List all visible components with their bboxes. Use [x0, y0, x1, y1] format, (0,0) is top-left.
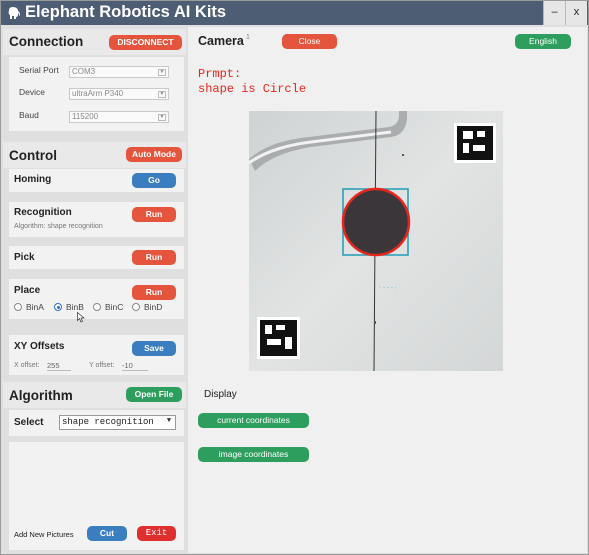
y-offset-input[interactable]: -10 — [122, 361, 148, 371]
control-title: Control — [9, 148, 57, 163]
exit-button[interactable]: Exit — [137, 526, 176, 541]
algorithm-title: Algorithm — [9, 388, 73, 403]
pictures-card: Add New Pictures Cut Exit — [9, 442, 184, 550]
homing-label: Homing — [14, 174, 52, 185]
bin-b-label: BinB — [66, 302, 84, 312]
x-offset-label: X offset: — [14, 362, 40, 369]
connection-header: Connection DISCONNECT — [3, 29, 186, 55]
minimize-button[interactable]: – — [543, 1, 565, 25]
select-label: Select — [14, 417, 44, 428]
mouse-cursor-icon — [77, 312, 85, 323]
camera-frame — [249, 111, 503, 371]
prompt-line-1: Prmpt: — [198, 67, 242, 81]
prompt-text: Prmpt: shape is Circle — [198, 67, 306, 96]
bin-b-radio[interactable] — [54, 303, 62, 311]
device-label: Device — [19, 87, 45, 97]
chevron-down-icon: ▼ — [158, 114, 166, 121]
title-bar: Elephant Robotics AI Kits – x — [1, 1, 588, 25]
baud-label: Baud — [19, 110, 39, 120]
camera-close-button[interactable]: Close — [282, 34, 337, 49]
algorithm-select-card: Select shape recognition ▼ — [9, 410, 184, 436]
connection-title: Connection — [9, 34, 84, 49]
cut-button[interactable]: Cut — [87, 526, 127, 541]
serial-port-label: Serial Port — [19, 65, 59, 75]
camera-panel: Camera 1 Close English Prmpt: shape is C… — [188, 27, 587, 553]
chevron-down-icon: ▼ — [166, 417, 172, 425]
language-button[interactable]: English — [515, 34, 571, 49]
serial-port-value: COM3 — [72, 67, 96, 76]
xy-offsets-card: XY Offsets Save X offset: 255 Y offset: … — [9, 335, 184, 375]
recognition-label: Recognition — [14, 207, 72, 218]
control-header: Control Auto Mode — [3, 142, 186, 168]
image-coordinates-button[interactable]: image coordinates — [198, 447, 309, 462]
add-new-pictures-label: Add New Pictures — [14, 530, 74, 539]
camera-feed — [249, 111, 503, 371]
camera-badge: 1 — [246, 34, 250, 41]
place-label: Place — [14, 285, 41, 296]
serial-port-select[interactable]: COM3 ▼ — [69, 66, 169, 78]
algorithm-select-value: shape recognition — [62, 417, 154, 427]
chevron-down-icon: ▼ — [158, 91, 166, 98]
left-panel: Connection DISCONNECT Serial Port COM3 ▼… — [3, 27, 186, 553]
recognition-run-button[interactable]: Run — [132, 207, 176, 222]
disconnect-button[interactable]: DISCONNECT — [109, 35, 182, 50]
app-window: Elephant Robotics AI Kits – x Connection… — [0, 0, 589, 555]
detected-circle — [341, 187, 411, 257]
bin-a-radio[interactable] — [14, 303, 22, 311]
chevron-down-icon: ▼ — [158, 69, 166, 76]
xy-offsets-title: XY Offsets — [14, 341, 65, 352]
algorithm-select[interactable]: shape recognition ▼ — [59, 415, 176, 430]
open-file-button[interactable]: Open File — [126, 387, 182, 402]
save-offsets-button[interactable]: Save — [132, 341, 176, 356]
device-value: ultraArm P340 — [72, 89, 124, 98]
algorithm-header: Algorithm Open File — [3, 382, 186, 408]
connection-card: Serial Port COM3 ▼ Device ultraArm P340 … — [9, 57, 184, 131]
display-title: Display — [204, 389, 237, 400]
bin-d-radio[interactable] — [132, 303, 140, 311]
place-card: Place Run BinA BinB BinC BinD — [9, 279, 184, 323]
camera-title: Camera — [198, 34, 244, 48]
bin-a-label: BinA — [26, 302, 44, 312]
pick-label: Pick — [14, 252, 35, 263]
homing-go-button[interactable]: Go — [132, 173, 176, 188]
elephant-logo-icon — [8, 7, 20, 19]
aruco-marker-bottom-left — [257, 317, 300, 359]
device-select[interactable]: ultraArm P340 ▼ — [69, 88, 169, 100]
place-run-button[interactable]: Run — [132, 285, 176, 300]
auto-mode-button[interactable]: Auto Mode — [126, 147, 182, 162]
prompt-line-2: shape is Circle — [198, 81, 307, 96]
baud-value: 115200 — [72, 112, 99, 121]
baud-select[interactable]: 115200 ▼ — [69, 111, 169, 123]
pick-card: Pick Run — [9, 246, 184, 269]
algorithm-note: Algorithm: shape recognition — [14, 223, 103, 230]
x-offset-input[interactable]: 255 — [47, 361, 71, 371]
current-coordinates-button[interactable]: current coordinates — [198, 413, 309, 428]
homing-card: Homing Go — [9, 169, 184, 192]
bin-c-radio[interactable] — [93, 303, 101, 311]
pick-run-button[interactable]: Run — [132, 250, 176, 265]
window-title: Elephant Robotics AI Kits — [25, 3, 227, 21]
bin-c-label: BinC — [105, 302, 124, 312]
aruco-marker-top-right — [454, 123, 496, 163]
bin-d-label: BinD — [144, 302, 163, 312]
recognition-card: Recognition Run Algorithm: shape recogni… — [9, 202, 184, 237]
y-offset-label: Y offset: — [89, 362, 115, 369]
window-close-button[interactable]: x — [565, 1, 587, 25]
